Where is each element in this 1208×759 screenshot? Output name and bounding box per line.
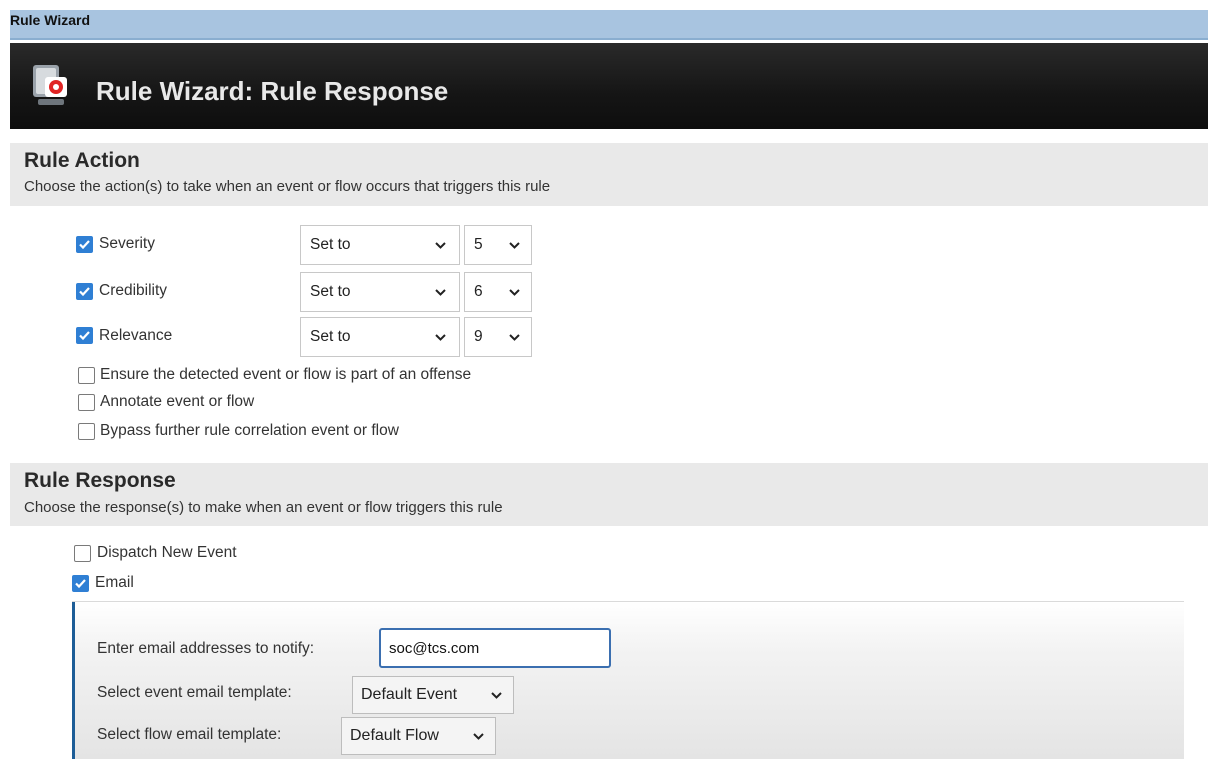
credibility-operator-value: Set to bbox=[310, 283, 351, 300]
relevance-value-select[interactable]: 9 bbox=[464, 317, 532, 357]
chevron-down-icon bbox=[435, 242, 446, 249]
event-template-value: Default Event bbox=[361, 686, 458, 703]
check-icon bbox=[79, 240, 90, 250]
chevron-down-icon bbox=[473, 733, 484, 740]
rule-response-heading: Rule Response bbox=[24, 469, 176, 492]
chevron-down-icon bbox=[435, 334, 446, 341]
relevance-operator-value: Set to bbox=[310, 328, 351, 345]
chevron-down-icon bbox=[509, 242, 520, 249]
check-icon bbox=[79, 331, 90, 341]
ensure-offense-label: Ensure the detected event or flow is par… bbox=[100, 366, 472, 383]
bypass-correlation-checkbox[interactable] bbox=[78, 423, 95, 440]
rule-action-heading: Rule Action bbox=[24, 149, 140, 172]
panel-accent-bar bbox=[72, 602, 75, 759]
email-address-value: soc@tcs.com bbox=[389, 640, 480, 657]
rule-action-section-header: Rule Action Choose the action(s) to take… bbox=[10, 143, 1208, 206]
wizard-banner: Rule Wizard: Rule Response bbox=[10, 43, 1208, 129]
annotate-checkbox[interactable] bbox=[78, 394, 95, 411]
dispatch-new-event-checkbox[interactable] bbox=[74, 545, 91, 562]
annotate-label: Annotate event or flow bbox=[100, 393, 255, 410]
email-address-input[interactable]: soc@tcs.com bbox=[379, 628, 611, 668]
rule-response-section-header: Rule Response Choose the response(s) to … bbox=[10, 463, 1208, 526]
chevron-down-icon bbox=[435, 289, 446, 296]
chevron-down-icon bbox=[509, 334, 520, 341]
severity-value: 5 bbox=[474, 236, 483, 253]
rule-wizard-icon bbox=[33, 65, 67, 105]
severity-value-select[interactable]: 5 bbox=[464, 225, 532, 265]
relevance-label: Relevance bbox=[99, 327, 173, 344]
window-title: Rule Wizard bbox=[10, 12, 90, 28]
severity-operator-select[interactable]: Set to bbox=[300, 225, 460, 265]
check-icon bbox=[75, 579, 86, 589]
event-template-select[interactable]: Default Event bbox=[352, 676, 514, 714]
check-icon bbox=[79, 287, 90, 297]
chevron-down-icon bbox=[509, 289, 520, 296]
severity-label: Severity bbox=[99, 235, 155, 252]
email-address-label: Enter email addresses to notify: bbox=[97, 640, 315, 657]
page-title: Rule Wizard: Rule Response bbox=[96, 76, 449, 106]
relevance-checkbox[interactable] bbox=[76, 327, 93, 344]
credibility-operator-select[interactable]: Set to bbox=[300, 272, 460, 312]
rule-response-subtitle: Choose the response(s) to make when an e… bbox=[24, 499, 503, 516]
event-template-label: Select event email template: bbox=[97, 684, 292, 701]
relevance-value: 9 bbox=[474, 328, 483, 345]
relevance-operator-select[interactable]: Set to bbox=[300, 317, 460, 357]
email-label: Email bbox=[95, 574, 134, 591]
chevron-down-icon bbox=[491, 692, 502, 699]
flow-template-label: Select flow email template: bbox=[97, 726, 282, 743]
credibility-checkbox[interactable] bbox=[76, 283, 93, 300]
flow-template-select[interactable]: Default Flow bbox=[341, 717, 496, 755]
ensure-offense-checkbox[interactable] bbox=[78, 367, 95, 384]
window-titlebar: Rule Wizard bbox=[10, 10, 1208, 40]
email-checkbox[interactable] bbox=[72, 575, 89, 592]
credibility-label: Credibility bbox=[99, 282, 168, 299]
severity-checkbox[interactable] bbox=[76, 236, 93, 253]
credibility-value: 6 bbox=[474, 283, 483, 300]
rule-action-subtitle: Choose the action(s) to take when an eve… bbox=[24, 178, 551, 195]
flow-template-value: Default Flow bbox=[350, 727, 439, 744]
credibility-value-select[interactable]: 6 bbox=[464, 272, 532, 312]
window-gutter bbox=[0, 0, 10, 758]
severity-operator-value: Set to bbox=[310, 236, 351, 253]
bypass-correlation-label: Bypass further rule correlation event or… bbox=[100, 422, 399, 439]
dispatch-new-event-label: Dispatch New Event bbox=[97, 544, 237, 561]
